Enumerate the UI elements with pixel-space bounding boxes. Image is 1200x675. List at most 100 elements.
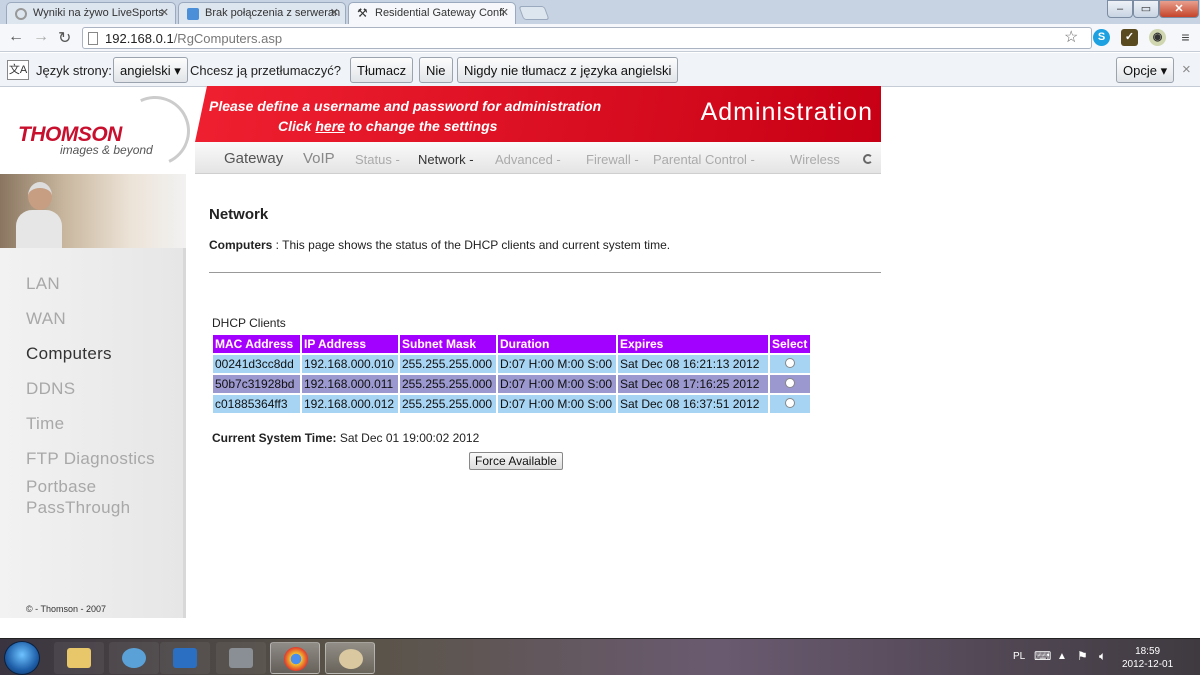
forward-arrow-icon[interactable]: → xyxy=(33,28,49,46)
cell-expires: Sat Dec 08 17:16:25 2012 xyxy=(618,375,768,393)
folder-icon xyxy=(67,648,91,668)
language-select[interactable]: angielski ▾ xyxy=(113,57,188,83)
header-photo xyxy=(0,174,186,248)
windows-taskbar: PL ⌨ ▲ ⚑ 🔈︎ 18:59 2012-12-01 xyxy=(0,638,1200,675)
cell-expires: Sat Dec 08 16:21:13 2012 xyxy=(618,355,768,373)
logo-tagline: images & beyond xyxy=(60,143,153,157)
wrench-icon[interactable]: ≡ xyxy=(1177,29,1194,46)
explorer-taskbar-button[interactable] xyxy=(54,642,104,674)
tab-title: Wyniki na żywo LiveSports xyxy=(33,7,164,19)
table-header-row: MAC Address IP Address Subnet Mask Durat… xyxy=(213,335,810,353)
page-title: Network xyxy=(209,206,269,223)
column-header-expires: Expires xyxy=(618,335,768,353)
nav-wireless[interactable]: Wireless xyxy=(790,152,840,167)
banner-message-2: Click here to change the settings xyxy=(278,118,497,134)
select-radio[interactable] xyxy=(785,378,795,388)
dhcp-clients-title: DHCP Clients xyxy=(212,316,286,330)
sidebar-item-ftp-diagnostics[interactable]: FTP Diagnostics xyxy=(26,449,155,469)
sidebar: LAN WAN Computers DDNS Time FTP Diagnost… xyxy=(0,174,186,618)
start-button[interactable] xyxy=(4,641,40,675)
extension-icon[interactable]: ✓ xyxy=(1121,29,1138,46)
language-indicator[interactable]: PL xyxy=(1013,651,1025,662)
minimize-button[interactable]: ‒ xyxy=(1107,0,1133,18)
translate-button[interactable]: Tłumacz xyxy=(350,57,414,83)
sidebar-item-ddns[interactable]: DDNS xyxy=(26,379,75,399)
nav-advanced[interactable]: Advanced - xyxy=(495,152,561,167)
error-page-icon xyxy=(187,8,199,20)
nav-gateway[interactable]: Gateway xyxy=(224,150,283,167)
column-header-mac: MAC Address xyxy=(213,335,300,353)
bookmark-star-icon[interactable]: ☆ xyxy=(1064,27,1078,47)
loading-icon xyxy=(15,8,27,20)
cell-select xyxy=(770,395,810,413)
media-player-taskbar-button[interactable] xyxy=(160,642,210,674)
close-window-button[interactable]: ✕ xyxy=(1159,0,1199,18)
new-tab-button[interactable] xyxy=(518,6,550,20)
address-bar[interactable]: 192.168.0.1/RgComputers.asp xyxy=(82,27,1092,49)
description-label: Computers xyxy=(209,238,273,252)
loading-spinner-icon xyxy=(863,154,873,164)
router-page: THOMSON images & beyond Please define a … xyxy=(0,86,1200,638)
admin-banner: Please define a username and password fo… xyxy=(195,86,881,142)
never-translate-button[interactable]: Nigdy nie tłumacz z języka angielski xyxy=(457,57,679,83)
volume-icon[interactable]: 🔈︎ xyxy=(1099,649,1106,664)
sidebar-item-lan[interactable]: LAN xyxy=(26,274,60,294)
chrome-taskbar-button[interactable] xyxy=(270,642,320,674)
select-radio[interactable] xyxy=(785,398,795,408)
sidebar-item-wan[interactable]: WAN xyxy=(26,309,66,329)
options-button[interactable]: Opcje ▾ xyxy=(1116,57,1175,83)
keyboard-icon[interactable]: ⌨ xyxy=(1034,649,1051,663)
network-icon[interactable]: ⚑ xyxy=(1077,649,1088,663)
infobar-close-icon[interactable]: × xyxy=(1182,61,1191,78)
nav-voip[interactable]: VoIP xyxy=(303,150,335,167)
banner-message: Please define a username and password fo… xyxy=(209,98,602,114)
skype-icon[interactable]: S xyxy=(1093,29,1110,46)
browser-tab-strip: Wyniki na żywo LiveSports ✕ Brak połącze… xyxy=(0,0,1200,24)
logo-area: THOMSON images & beyond xyxy=(0,86,200,176)
column-header-mask: Subnet Mask xyxy=(400,335,496,353)
eye-icon[interactable]: ◉ xyxy=(1149,29,1166,46)
browser-toolbar: ← → ↻ 192.168.0.1/RgComputers.asp ☆ S ✓ … xyxy=(0,24,1200,52)
nav-parental-control[interactable]: Parental Control - xyxy=(653,152,755,167)
no-button[interactable]: Nie xyxy=(419,57,453,83)
table-row: c01885364ff3 192.168.000.012 255.255.255… xyxy=(213,395,810,413)
cell-mask: 255.255.255.000 xyxy=(400,375,496,393)
chrome-icon xyxy=(284,647,308,671)
browser-tab-livesports[interactable]: Wyniki na żywo LiveSports ✕ xyxy=(6,2,176,24)
select-radio[interactable] xyxy=(785,358,795,368)
here-link[interactable]: here xyxy=(315,118,345,134)
tab-close-icon[interactable]: ✕ xyxy=(500,6,509,19)
sidebar-item-time[interactable]: Time xyxy=(26,414,64,434)
reload-icon[interactable]: ↻ xyxy=(58,28,71,48)
cell-mask: 255.255.255.000 xyxy=(400,355,496,373)
system-clock[interactable]: 18:59 2012-12-01 xyxy=(1122,645,1173,671)
column-header-select: Select xyxy=(770,335,810,353)
maximize-button[interactable]: ▭ xyxy=(1133,0,1159,18)
cell-ip: 192.168.000.010 xyxy=(302,355,398,373)
nav-network[interactable]: Network - xyxy=(418,152,474,167)
page-description: Computers : This page shows the status o… xyxy=(209,238,670,252)
sidebar-item-passthrough[interactable]: PassThrough xyxy=(26,498,130,518)
browser-tab-gateway[interactable]: ⚒ Residential Gateway Confi ✕ xyxy=(348,2,516,24)
sidebar-item-computers[interactable]: Computers xyxy=(26,344,112,364)
app-taskbar-button[interactable] xyxy=(216,642,266,674)
media-icon xyxy=(173,648,197,668)
nav-firewall[interactable]: Firewall - xyxy=(586,152,639,167)
url-host: 192.168.0.1 xyxy=(105,31,174,46)
tab-close-icon[interactable]: ✕ xyxy=(160,6,169,19)
person-image xyxy=(16,182,62,248)
paint-taskbar-button[interactable] xyxy=(325,642,375,674)
cell-mac: 00241d3cc8dd xyxy=(213,355,300,373)
nav-status[interactable]: Status - xyxy=(355,152,400,167)
back-arrow-icon[interactable]: ← xyxy=(8,28,24,46)
force-available-button[interactable]: Force Available xyxy=(469,452,563,470)
administration-title: Administration xyxy=(700,98,873,126)
sidebar-item-portbase[interactable]: Portbase xyxy=(26,477,96,497)
tab-close-icon[interactable]: ✕ xyxy=(330,6,339,19)
description-text: This page shows the status of the DHCP c… xyxy=(282,238,671,252)
messenger-taskbar-button[interactable] xyxy=(109,642,159,674)
browser-tab-connection-error[interactable]: Brak połączenia z serweran ✕ xyxy=(178,2,346,24)
tray-expand-icon[interactable]: ▲ xyxy=(1057,651,1067,662)
cell-expires: Sat Dec 08 16:37:51 2012 xyxy=(618,395,768,413)
description-separator: : xyxy=(272,238,283,252)
